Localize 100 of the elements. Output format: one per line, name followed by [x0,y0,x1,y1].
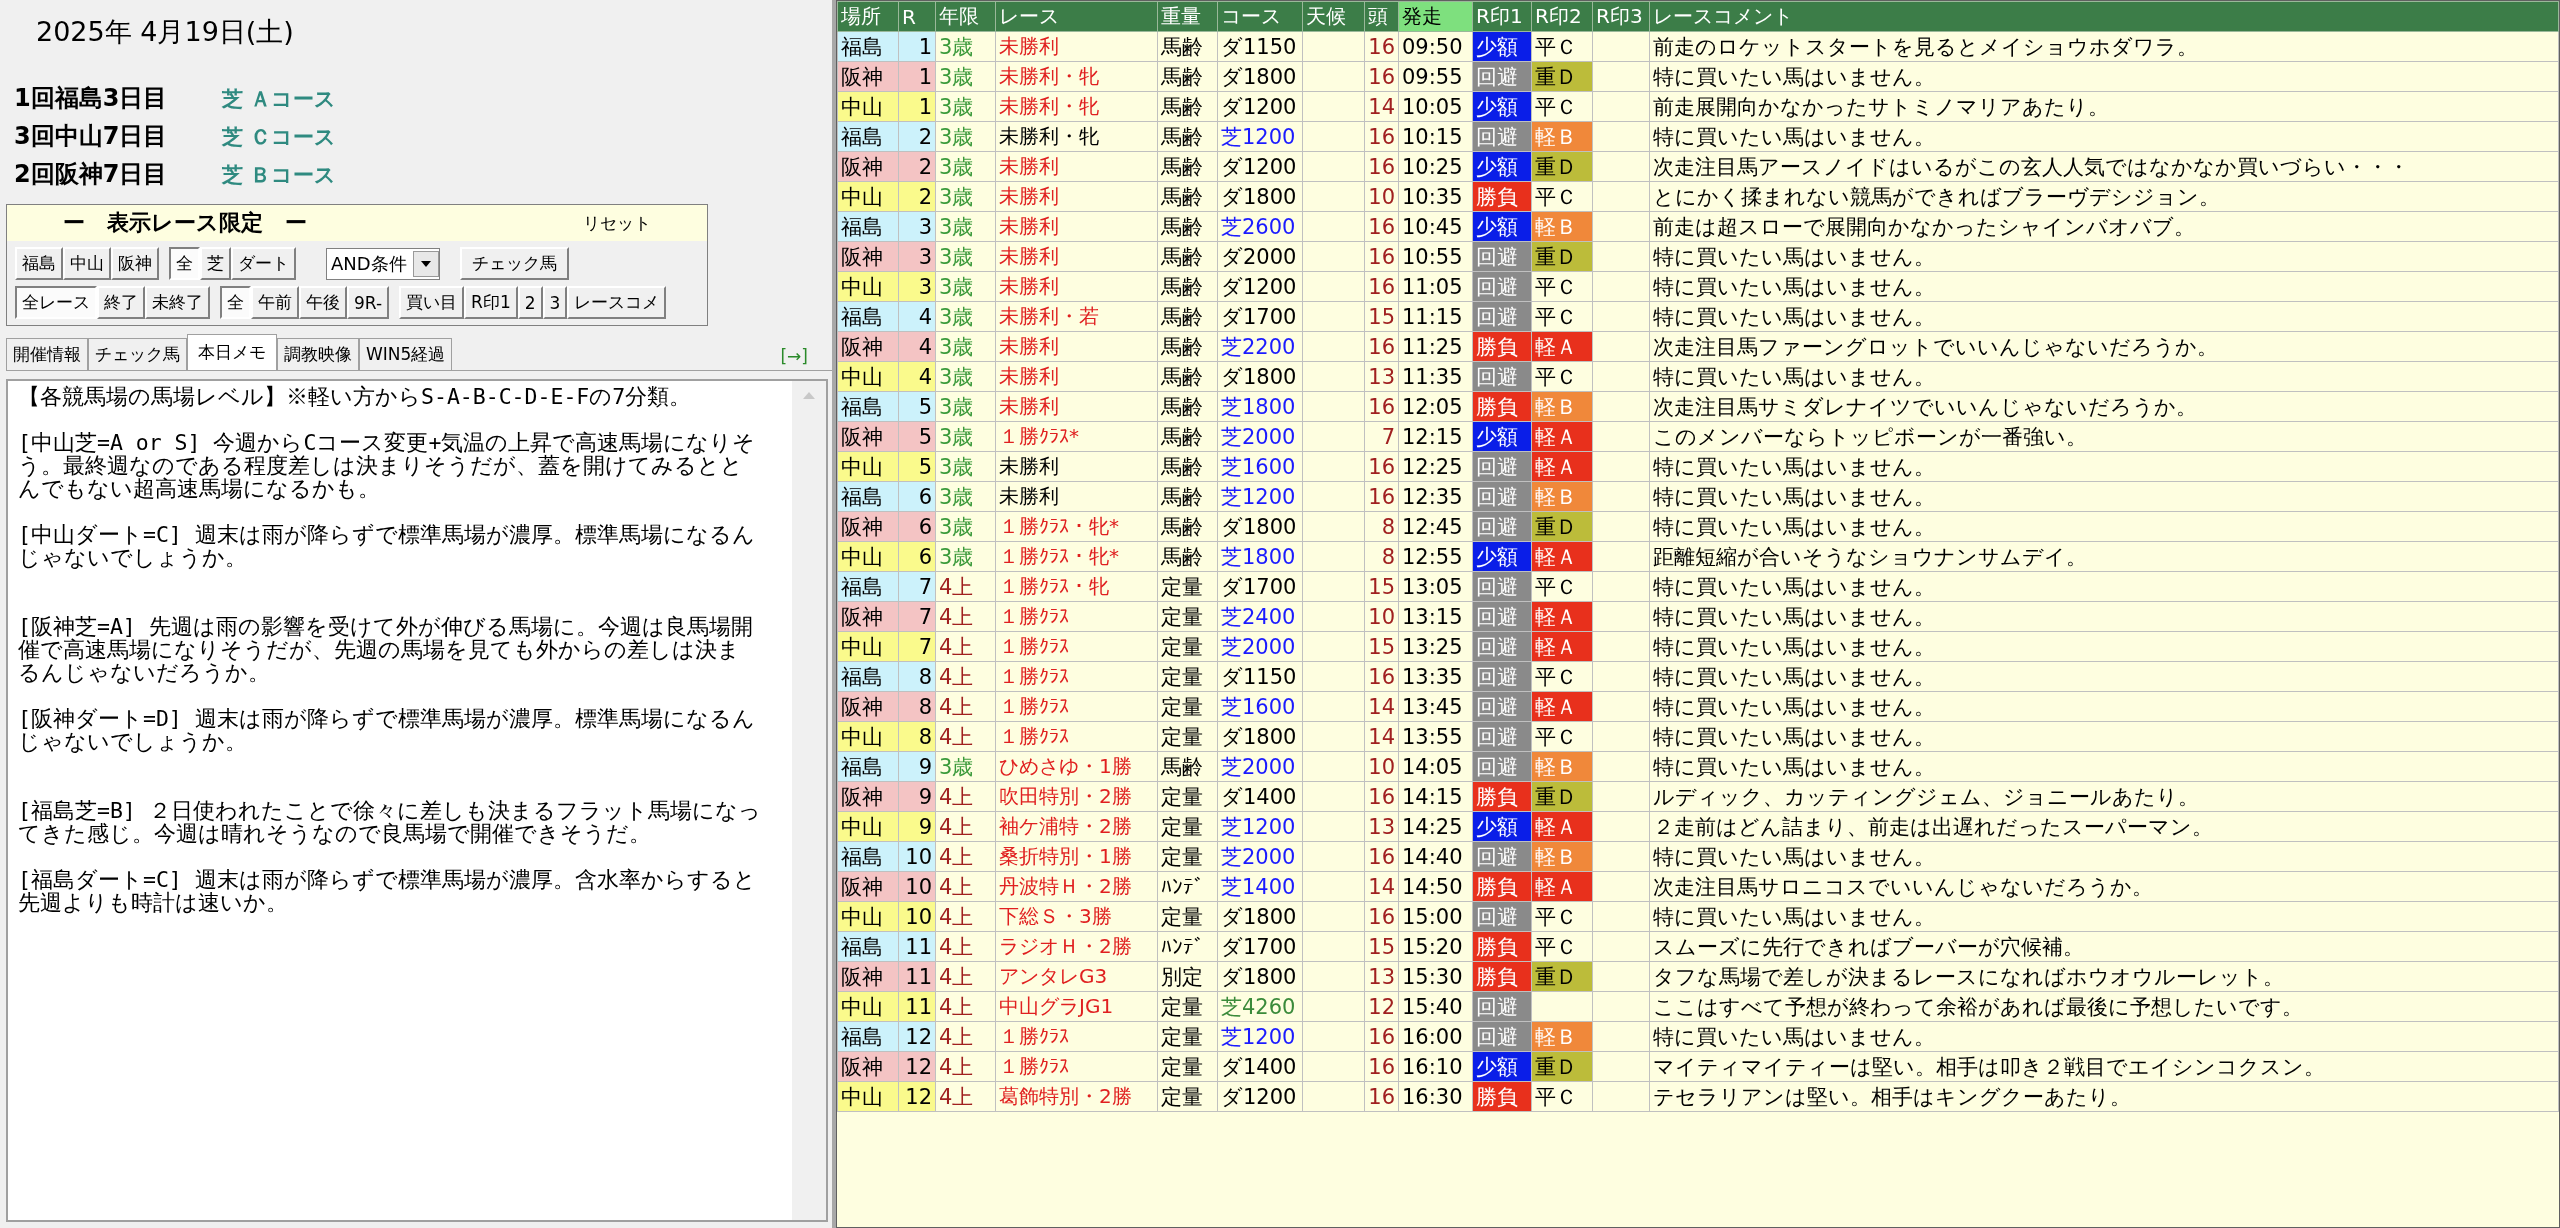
venue-cell: 阪神 [837,961,899,992]
table-cell: 4上 [935,811,996,842]
venue-cell: 阪神 [837,871,899,902]
table-cell: 3歳 [935,151,996,182]
rating-tag: 平Ｃ [1531,721,1593,752]
date-label: 2025年 4月19日(土) [35,15,295,49]
table-cell: 馬齢 [1157,31,1218,62]
table-cell: ダ1200 [1217,151,1303,182]
table-cell: 11:15 [1398,301,1473,332]
table-cell: ダ1400 [1217,1051,1303,1082]
comment-cell: このメンバーならトッピボーンが一番強い。 [1649,421,2559,452]
filter-button[interactable]: 芝 [200,247,231,280]
venue-cell: 福島 [837,301,899,332]
rating-tag: 平Ｃ [1531,361,1593,392]
meeting-label: 2回阪神7日目 [14,159,169,190]
table-cell: 10:35 [1398,181,1473,212]
table-cell: 14:15 [1398,781,1473,812]
filter-button[interactable]: 午前 [251,286,299,319]
rating-tag: 軽Ｂ [1531,751,1593,782]
table-cell: 4上 [935,631,996,662]
rating-tag: 勝負 [1472,181,1532,212]
column-header[interactable]: コース [1217,1,1303,32]
filter-button[interactable]: 阪神 [111,247,159,280]
scroll-up-icon[interactable] [802,391,816,400]
comment-cell: 特に買いたい馬はいません。 [1649,661,2559,692]
column-header[interactable]: R印1 [1472,1,1532,32]
table-cell: 3歳 [935,511,996,542]
table-cell: 3歳 [935,301,996,332]
table-cell: 3歳 [935,181,996,212]
filter-button[interactable]: R印1 [464,286,518,319]
column-header[interactable]: R印3 [1592,1,1650,32]
venue-cell: 中山 [837,991,899,1022]
race-name-cell: 丹波特Ｈ・2勝 [995,871,1158,902]
filter-button[interactable]: 9R- [347,286,390,319]
venue-cell: 中山 [837,91,899,122]
comment-cell: 特に買いたい馬はいません。 [1649,571,2559,602]
venue-cell: 福島 [837,841,899,872]
race-name-cell: １勝ｸﾗｽ [995,721,1158,752]
table-cell: 4上 [935,961,996,992]
table-cell: 4上 [935,601,996,632]
filter-button[interactable]: 全 [220,286,251,319]
table-cell: 芝1200 [1217,811,1303,842]
rating-tag: 軽Ａ [1531,541,1593,572]
table-cell: 12:35 [1398,481,1473,512]
column-header[interactable]: R印2 [1531,1,1593,32]
tab[interactable]: チェック馬 [88,338,187,370]
column-header[interactable]: 場所 [837,1,899,32]
reset-link[interactable]: リセット [583,211,651,235]
table-cell: 定量 [1157,811,1218,842]
course-label: 芝 Ａコース [222,86,337,113]
race-name-cell: 吹田特別・2勝 [995,781,1158,812]
filter-button[interactable]: ダート [231,247,296,280]
tab[interactable]: WIN5経過 [359,338,453,370]
rating-tag: 軽Ｂ [1531,211,1593,242]
check-horse-button[interactable]: チェック馬 [459,247,569,280]
filter-button[interactable]: 中山 [63,247,111,280]
memo-box[interactable] [6,379,828,1222]
condition-dropdown[interactable]: AND条件 [326,247,440,280]
table-cell: 馬齢 [1157,511,1218,542]
column-header[interactable]: 重量 [1157,1,1218,32]
table-cell: 4上 [935,781,996,812]
filter-button[interactable]: 福島 [15,247,63,280]
table-cell: 定量 [1157,631,1218,662]
rating-tag: 回避 [1472,1021,1532,1052]
table-cell: 4上 [935,901,996,932]
rating-tag: 平Ｃ [1531,91,1593,122]
table-cell: 14:25 [1398,811,1473,842]
column-header[interactable]: 天候 [1302,1,1365,32]
venue-cell: 福島 [837,121,899,152]
column-header[interactable]: 年限 [935,1,996,32]
filter-button[interactable]: 午後 [299,286,347,319]
meeting-label: 3回中山7日目 [14,121,169,152]
column-header[interactable]: 頭 [1364,1,1399,32]
filter-button[interactable]: レースコメ [567,286,667,319]
rating-tag: 平Ｃ [1531,31,1593,62]
column-header[interactable]: レースコメント [1649,1,2559,32]
venue-cell: 阪神 [837,421,899,452]
filter-button[interactable]: 未終了 [145,286,210,319]
column-header[interactable]: 発走 [1398,1,1473,32]
filter-button[interactable]: 終了 [97,286,145,319]
scrollbar[interactable] [792,381,826,1220]
table-cell: 10:55 [1398,241,1473,272]
filter-button[interactable]: 全レース [15,286,97,319]
filter-button[interactable]: 2 [517,286,543,319]
rating-tag: 軽Ａ [1531,631,1593,662]
filter-button[interactable]: 全 [169,247,200,280]
column-header[interactable]: R [898,1,936,32]
table-cell: 10:45 [1398,211,1473,242]
rating-tag: 少額 [1472,31,1532,62]
rating-tag: 回避 [1472,721,1532,752]
column-header[interactable]: レース [995,1,1158,32]
table-cell: 芝2000 [1217,841,1303,872]
expand-link[interactable]: [→] [780,346,808,370]
filter-button[interactable]: 買い目 [399,286,465,319]
tab[interactable]: 開催情報 [6,338,88,370]
tab[interactable]: 調教映像 [277,338,359,370]
rating-tag: 軽Ａ [1531,451,1593,482]
rating-tag: 重Ｄ [1531,1051,1593,1082]
filter-button[interactable]: 3 [542,286,568,319]
tab[interactable]: 本日メモ [187,334,277,370]
